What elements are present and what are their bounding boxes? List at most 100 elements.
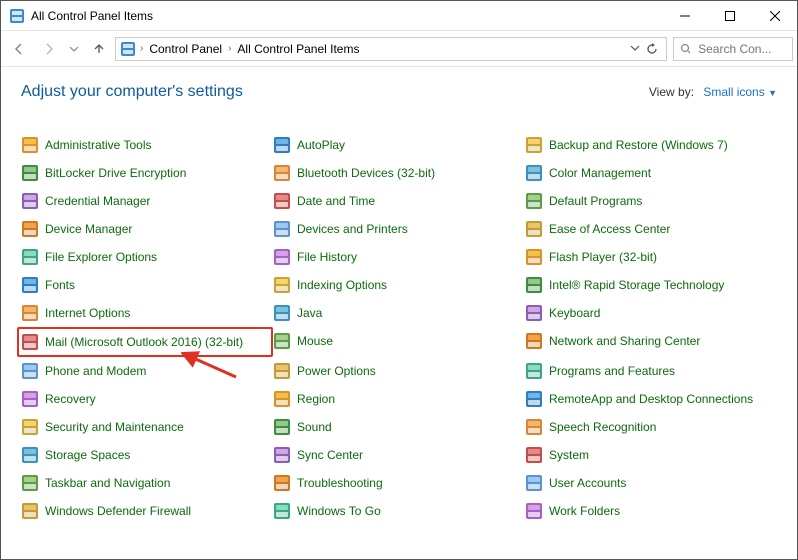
- minimize-button[interactable]: [662, 1, 707, 31]
- cp-item-label: Keyboard: [549, 306, 600, 320]
- recovery-icon: [21, 390, 39, 408]
- user-accounts-icon: [525, 474, 543, 492]
- cp-item-flash-player[interactable]: Flash Player (32-bit): [525, 243, 777, 271]
- cp-item-label: File History: [297, 250, 357, 264]
- administrative-tools-icon: [21, 136, 39, 154]
- address-dropdown-button[interactable]: [630, 43, 640, 55]
- titlebar: All Control Panel Items: [1, 1, 797, 31]
- cp-item-label: Troubleshooting: [297, 476, 383, 490]
- chevron-right-icon: ›: [228, 43, 231, 54]
- cp-item-label: Internet Options: [45, 306, 130, 320]
- back-button[interactable]: [5, 35, 33, 63]
- cp-item-label: Phone and Modem: [45, 364, 146, 378]
- cp-item-backup-restore[interactable]: Backup and Restore (Windows 7): [525, 131, 777, 159]
- cp-item-bitlocker[interactable]: BitLocker Drive Encryption: [21, 159, 273, 187]
- cp-item-administrative-tools[interactable]: Administrative Tools: [21, 131, 273, 159]
- view-by-value[interactable]: Small icons ▼: [703, 85, 777, 99]
- cp-item-label: Credential Manager: [45, 194, 150, 208]
- cp-item-windows-to-go[interactable]: Windows To Go: [273, 497, 525, 525]
- cp-item-taskbar-navigation[interactable]: Taskbar and Navigation: [21, 469, 273, 497]
- cp-item-label: Programs and Features: [549, 364, 675, 378]
- up-button[interactable]: [85, 35, 113, 63]
- default-programs-icon: [525, 192, 543, 210]
- file-history-icon: [273, 248, 291, 266]
- cp-item-label: Backup and Restore (Windows 7): [549, 138, 728, 152]
- cp-item-troubleshooting[interactable]: Troubleshooting: [273, 469, 525, 497]
- autoplay-icon: [273, 136, 291, 154]
- power-options-icon: [273, 362, 291, 380]
- internet-options-icon: [21, 304, 39, 322]
- cp-item-programs-features[interactable]: Programs and Features: [525, 357, 777, 385]
- cp-item-speech-recognition[interactable]: Speech Recognition: [525, 413, 777, 441]
- cp-item-keyboard[interactable]: Keyboard: [525, 299, 777, 327]
- bluetooth-icon: [273, 164, 291, 182]
- cp-item-region[interactable]: Region: [273, 385, 525, 413]
- cp-item-internet-options[interactable]: Internet Options: [21, 299, 273, 327]
- java-icon: [273, 304, 291, 322]
- cp-item-autoplay[interactable]: AutoPlay: [273, 131, 525, 159]
- control-panel-addr-icon: [120, 41, 136, 57]
- programs-features-icon: [525, 362, 543, 380]
- cp-item-security-maintenance[interactable]: Security and Maintenance: [21, 413, 273, 441]
- cp-item-system[interactable]: System: [525, 441, 777, 469]
- cp-item-network-sharing[interactable]: Network and Sharing Center: [525, 327, 777, 355]
- cp-item-windows-defender-firewall[interactable]: Windows Defender Firewall: [21, 497, 273, 525]
- forward-button[interactable]: [35, 35, 63, 63]
- close-button[interactable]: [752, 1, 797, 31]
- cp-item-fonts[interactable]: Fonts: [21, 271, 273, 299]
- cp-item-remoteapp[interactable]: RemoteApp and Desktop Connections: [525, 385, 777, 413]
- cp-item-device-manager[interactable]: Device Manager: [21, 215, 273, 243]
- cp-item-file-history[interactable]: File History: [273, 243, 525, 271]
- cp-item-power-options[interactable]: Power Options: [273, 357, 525, 385]
- cp-item-sound[interactable]: Sound: [273, 413, 525, 441]
- cp-item-mouse[interactable]: Mouse: [273, 327, 525, 355]
- cp-item-indexing-options[interactable]: Indexing Options: [273, 271, 525, 299]
- content-area: Adjust your computer's settings View by:…: [1, 67, 797, 535]
- cp-item-label: Administrative Tools: [45, 138, 152, 152]
- cp-item-devices-printers[interactable]: Devices and Printers: [273, 215, 525, 243]
- recent-locations-button[interactable]: [65, 35, 83, 63]
- network-sharing-icon: [525, 332, 543, 350]
- cp-item-label: Intel® Rapid Storage Technology: [549, 278, 724, 292]
- cp-item-java[interactable]: Java: [273, 299, 525, 327]
- cp-item-work-folders[interactable]: Work Folders: [525, 497, 777, 525]
- cp-item-ease-of-access[interactable]: Ease of Access Center: [525, 215, 777, 243]
- chevron-down-icon: ▼: [768, 88, 777, 98]
- cp-item-label: Windows Defender Firewall: [45, 504, 191, 518]
- cp-item-color-management[interactable]: Color Management: [525, 159, 777, 187]
- bitlocker-icon: [21, 164, 39, 182]
- cp-item-bluetooth[interactable]: Bluetooth Devices (32-bit): [273, 159, 525, 187]
- address-bar[interactable]: › Control Panel › All Control Panel Item…: [115, 37, 667, 61]
- cp-item-sync-center[interactable]: Sync Center: [273, 441, 525, 469]
- cp-item-recovery[interactable]: Recovery: [21, 385, 273, 413]
- breadcrumb-current[interactable]: All Control Panel Items: [235, 42, 361, 56]
- cp-item-label: Color Management: [549, 166, 651, 180]
- work-folders-icon: [525, 502, 543, 520]
- refresh-button[interactable]: [646, 43, 658, 55]
- mouse-icon: [273, 332, 291, 350]
- cp-item-label: Devices and Printers: [297, 222, 408, 236]
- cp-item-label: Fonts: [45, 278, 75, 292]
- sound-icon: [273, 418, 291, 436]
- breadcrumb-root[interactable]: Control Panel: [147, 42, 224, 56]
- cp-item-label: Work Folders: [549, 504, 620, 518]
- search-input[interactable]: [696, 41, 786, 57]
- control-panel-grid: Administrative Tools AutoPlay Backup and…: [21, 131, 777, 525]
- cp-item-credential-manager[interactable]: Credential Manager: [21, 187, 273, 215]
- region-icon: [273, 390, 291, 408]
- cp-item-label: Flash Player (32-bit): [549, 250, 657, 264]
- cp-item-phone-modem[interactable]: Phone and Modem: [21, 357, 273, 385]
- flash-player-icon: [525, 248, 543, 266]
- cp-item-intel-rst[interactable]: Intel® Rapid Storage Technology: [525, 271, 777, 299]
- speech-recognition-icon: [525, 418, 543, 436]
- cp-item-default-programs[interactable]: Default Programs: [525, 187, 777, 215]
- cp-item-user-accounts[interactable]: User Accounts: [525, 469, 777, 497]
- cp-item-file-explorer-options[interactable]: File Explorer Options: [21, 243, 273, 271]
- system-icon: [525, 446, 543, 464]
- maximize-button[interactable]: [707, 1, 752, 31]
- cp-item-storage-spaces[interactable]: Storage Spaces: [21, 441, 273, 469]
- cp-item-label: User Accounts: [549, 476, 626, 490]
- cp-item-date-time[interactable]: Date and Time: [273, 187, 525, 215]
- cp-item-mail[interactable]: Mail (Microsoft Outlook 2016) (32-bit): [17, 327, 273, 357]
- search-box[interactable]: [673, 37, 793, 61]
